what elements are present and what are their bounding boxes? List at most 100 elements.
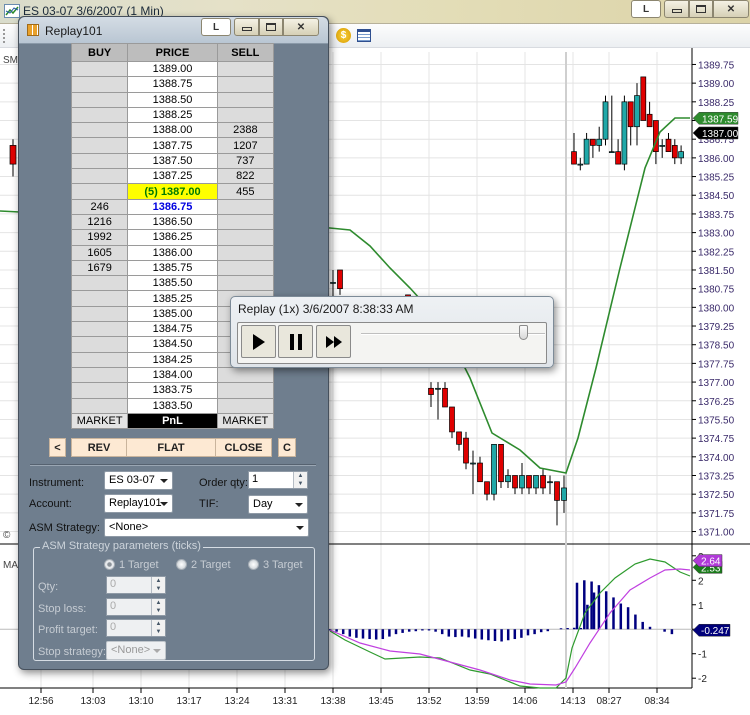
close-button[interactable]: ✕ — [713, 0, 749, 18]
price-cell: 1386.25 — [127, 229, 218, 246]
sell-cell[interactable] — [216, 275, 275, 292]
candle-body — [671, 145, 678, 159]
buy-cell[interactable]: 246 — [70, 198, 129, 215]
table-icon[interactable] — [357, 29, 371, 42]
c-button[interactable]: C — [278, 438, 296, 457]
sell-cell[interactable]: 455 — [216, 183, 275, 200]
chevron-down-icon — [153, 649, 161, 653]
candle-body — [449, 406, 455, 433]
buy-cell[interactable]: 1216 — [70, 213, 129, 231]
target-radio-2[interactable]: 2 Target — [176, 559, 231, 571]
stop-loss-stepper[interactable]: 0 ▲ ▼ — [106, 598, 166, 616]
buy-cell[interactable] — [70, 76, 129, 93]
buy-cell[interactable] — [70, 382, 129, 399]
stop-strategy-select[interactable]: <None> — [106, 641, 166, 660]
buy-column-header: BUY — [70, 43, 129, 62]
reverse-button[interactable]: REV — [71, 438, 127, 457]
sell-cell[interactable] — [216, 76, 275, 93]
replay-speed-track[interactable] — [361, 333, 545, 335]
buy-cell[interactable]: 1992 — [70, 229, 129, 246]
spin-arrows-icon[interactable]: ▲ ▼ — [151, 599, 165, 615]
fast-forward-button[interactable] — [316, 325, 351, 358]
price-tick-label: 1379.25 — [698, 322, 735, 333]
sell-cell[interactable] — [216, 213, 275, 231]
tif-select[interactable]: Day — [248, 495, 308, 514]
sell-cell[interactable]: 737 — [216, 152, 275, 170]
replay-speed-slider-thumb[interactable] — [518, 325, 528, 340]
time-tick-label: 12:56 — [28, 696, 53, 707]
sell-cell[interactable] — [216, 106, 275, 124]
price-tick-label: 1377.75 — [698, 359, 735, 370]
asm-strategy-select[interactable]: <None> — [104, 518, 309, 537]
price-cell: 1383.50 — [127, 397, 218, 414]
dom-minimize-button[interactable] — [234, 18, 259, 36]
order-qty-stepper[interactable]: 1 ▲ ▼ — [248, 471, 308, 489]
sell-cell[interactable] — [216, 259, 275, 277]
buy-cell[interactable] — [70, 275, 129, 292]
buy-market-button[interactable]: MARKET — [70, 412, 129, 430]
price-tick-label: 1383.00 — [698, 229, 735, 240]
buy-cell[interactable]: 1605 — [70, 244, 129, 261]
sell-cell[interactable] — [216, 244, 275, 261]
buy-cell[interactable] — [70, 91, 129, 108]
buy-cell[interactable] — [70, 290, 129, 307]
sell-market-button[interactable]: MARKET — [216, 412, 275, 430]
replay-title: Replay (1x) 3/6/2007 8:38:33 AM — [238, 302, 414, 316]
buy-cell[interactable] — [70, 122, 129, 139]
buy-cell[interactable] — [70, 397, 129, 414]
account-select[interactable]: Replay101 — [104, 494, 173, 513]
sma-indicator-label: SM — [3, 55, 18, 66]
price-tick-label: 1376.25 — [698, 397, 735, 408]
spin-arrows-icon[interactable]: ▲ ▼ — [151, 620, 165, 636]
buy-cell[interactable] — [70, 106, 129, 124]
sell-cell[interactable]: 822 — [216, 168, 275, 185]
ladder-row: 1388.75 — [70, 76, 275, 93]
play-button[interactable] — [241, 325, 276, 358]
buy-cell[interactable] — [70, 305, 129, 323]
price-tick-label: 1388.25 — [698, 98, 735, 109]
minimize-button[interactable] — [664, 0, 689, 18]
dom-restore-button[interactable] — [259, 18, 283, 36]
restore-button[interactable] — [689, 0, 713, 18]
link-button[interactable]: L — [631, 0, 661, 18]
target-radio-1[interactable]: 1 Target — [104, 559, 159, 571]
dom-close-button[interactable]: ✕ — [283, 18, 319, 36]
buy-cell[interactable] — [70, 351, 129, 368]
sell-cell[interactable] — [216, 366, 275, 384]
buy-cell[interactable] — [70, 60, 129, 78]
profit-target-stepper[interactable]: 0 ▲ ▼ — [106, 619, 166, 637]
buy-cell[interactable] — [70, 321, 129, 338]
flatten-button[interactable]: FLAT — [126, 438, 216, 457]
sell-cell[interactable] — [216, 91, 275, 108]
sell-cell[interactable] — [216, 397, 275, 414]
dom-link-button[interactable]: L — [201, 18, 231, 36]
sell-cell[interactable] — [216, 198, 275, 215]
price-cell: 1386.00 — [127, 244, 218, 261]
ladder-row: 1389.00 — [70, 60, 275, 78]
time-tick-label: 13:03 — [80, 696, 105, 707]
buy-cell[interactable] — [70, 152, 129, 170]
candle-body — [491, 444, 497, 495]
buy-cell[interactable] — [70, 366, 129, 384]
sell-cell[interactable]: 1207 — [216, 137, 275, 154]
target-radio-3[interactable]: 3 Target — [248, 559, 303, 571]
buy-cell[interactable]: 1679 — [70, 259, 129, 277]
spin-arrows-icon[interactable]: ▲ ▼ — [151, 577, 165, 593]
sell-cell[interactable]: 2388 — [216, 122, 275, 139]
buy-cell[interactable] — [70, 336, 129, 353]
last-price-cell: (5) 1387.00 — [127, 183, 218, 200]
instrument-select[interactable]: ES 03-07 — [104, 471, 173, 490]
buy-cell[interactable] — [70, 137, 129, 154]
left-button[interactable]: < — [49, 438, 66, 457]
buy-cell[interactable] — [70, 183, 129, 200]
dollar-icon[interactable]: $ — [336, 28, 351, 43]
sell-cell[interactable] — [216, 229, 275, 246]
sell-cell[interactable] — [216, 382, 275, 399]
buy-cell[interactable] — [70, 168, 129, 185]
spin-arrows-icon[interactable]: ▲ ▼ — [293, 472, 307, 488]
pnl-display[interactable]: PnL — [127, 412, 218, 430]
qty-stepper[interactable]: 0 ▲ ▼ — [106, 576, 166, 594]
pause-button[interactable] — [278, 325, 313, 358]
close-position-button[interactable]: CLOSE — [215, 438, 272, 457]
sell-cell[interactable] — [216, 60, 275, 78]
